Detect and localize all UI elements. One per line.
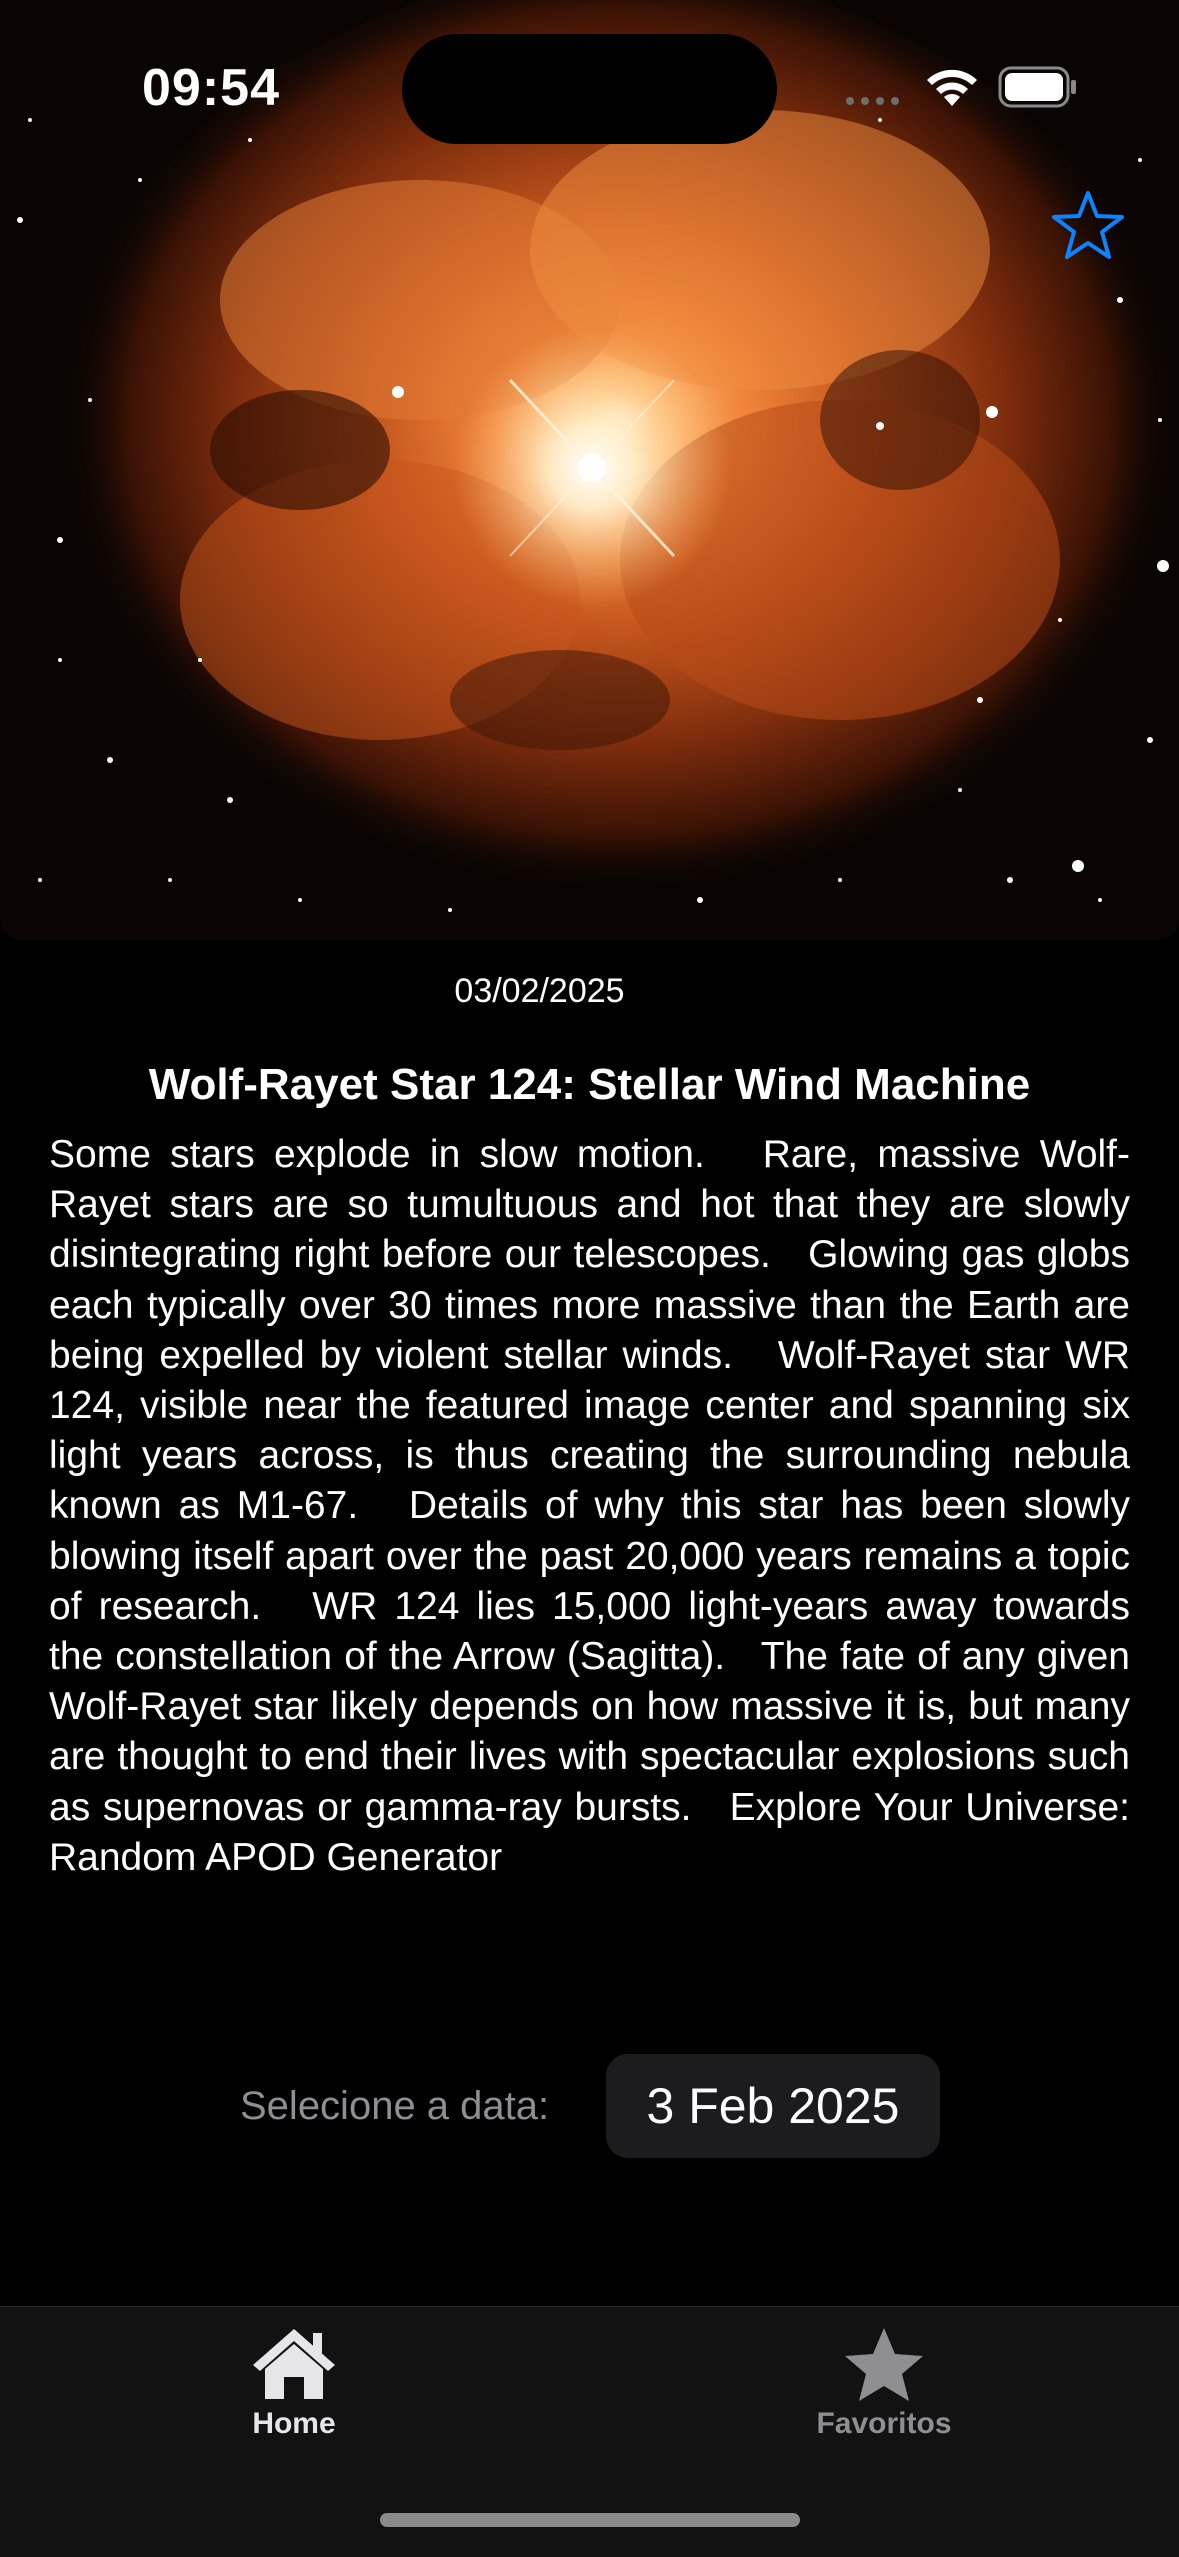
tab-favoritos[interactable]: Favoritos xyxy=(754,2325,1014,2475)
apod-date: 03/02/2025 xyxy=(454,972,625,1010)
status-bar: 09:54 xyxy=(0,0,1179,170)
dynamic-island xyxy=(402,34,777,144)
date-picker-button[interactable]: 3 Feb 2025 xyxy=(606,2054,940,2158)
date-picker-label: Selecione a data: xyxy=(240,2084,550,2128)
tab-home-label: Home xyxy=(252,2407,336,2440)
apod-title: Wolf-Rayet Star 124: Stellar Wind Machin… xyxy=(148,1060,1031,1109)
cellular-signal-icon xyxy=(846,97,899,105)
tab-favoritos-label: Favoritos xyxy=(816,2407,952,2440)
star-fill-icon xyxy=(845,2328,923,2401)
house-fill-icon xyxy=(253,2329,335,2399)
battery-icon xyxy=(998,66,1076,108)
favorite-star-icon[interactable] xyxy=(1050,188,1126,264)
tab-home[interactable]: Home xyxy=(164,2325,424,2475)
home-indicator xyxy=(380,2513,800,2527)
status-time: 09:54 xyxy=(142,59,280,117)
date-picker-row: Selecione a data: 3 Feb 2025 xyxy=(0,2054,1179,2158)
wifi-icon xyxy=(927,69,977,106)
apod-explanation: Some stars explode in slow motion. Rare,… xyxy=(49,1133,1141,1879)
